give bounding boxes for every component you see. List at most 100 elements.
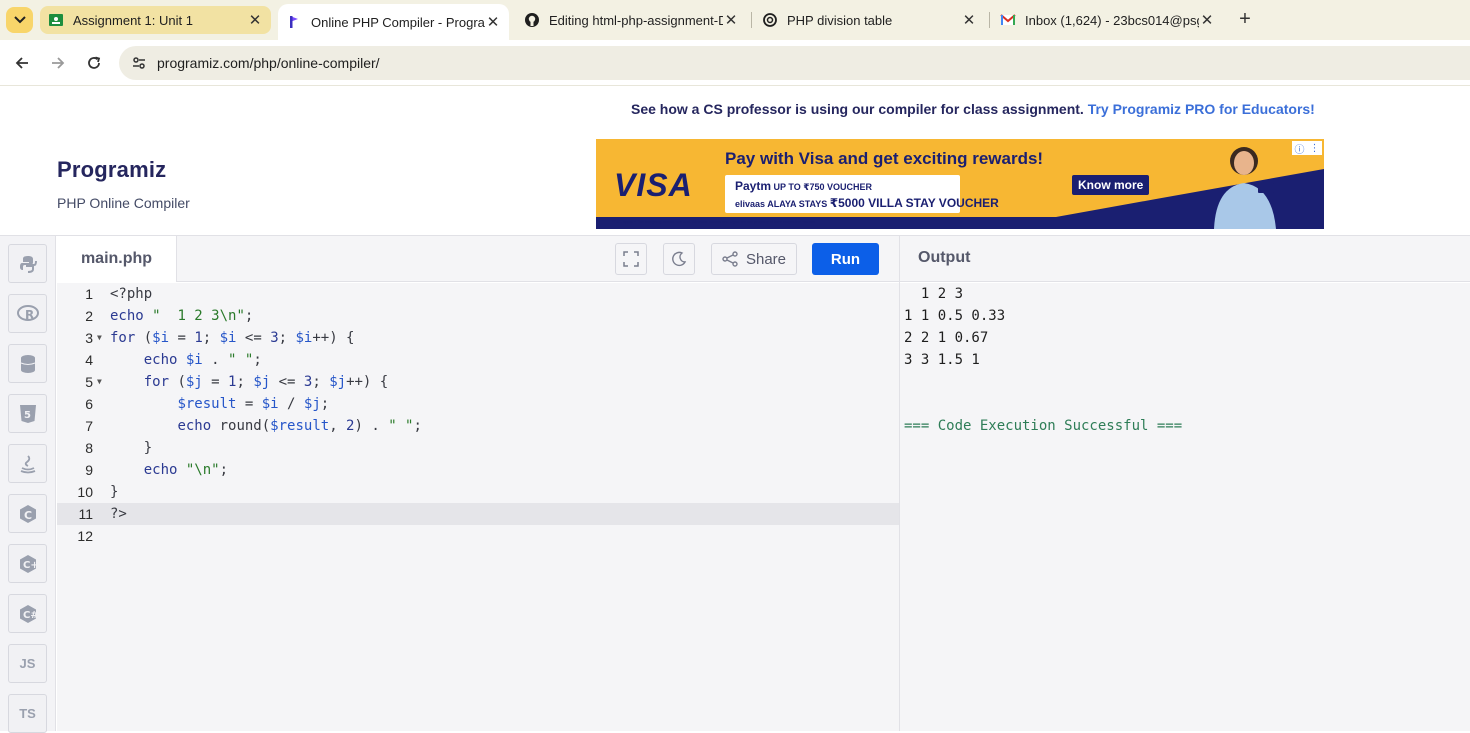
code-line-text: $result = $i / $j;: [177, 396, 330, 412]
sql-language-button[interactable]: [8, 344, 47, 383]
output-line: 1 1 0.5 0.33: [904, 308, 1006, 324]
line-number: 6: [85, 396, 93, 412]
r-icon: R: [16, 304, 39, 322]
site-info-button[interactable]: [127, 51, 151, 75]
line-number: 5: [85, 374, 93, 390]
tab-title: Editing html-php-assignment-D: [549, 12, 723, 28]
tab-assignment[interactable]: Assignment 1: Unit 1 ✕: [40, 6, 271, 34]
share-button[interactable]: Share: [711, 243, 797, 275]
promo-link[interactable]: Try Programiz PRO for Educators!: [1088, 101, 1315, 117]
code-line: 5 ▼ for ($j = 1; $j <= 3; $j++) {: [57, 371, 899, 393]
close-tab-icon[interactable]: ✕: [961, 12, 977, 29]
line-number: 12: [77, 528, 93, 544]
fold-arrow-icon[interactable]: ▼: [97, 371, 102, 393]
code-line: 12: [57, 525, 899, 547]
python-icon: [19, 255, 37, 273]
code-line-text: ?>: [110, 506, 127, 522]
code-line: 8 }: [57, 437, 899, 459]
tab-github[interactable]: Editing html-php-assignment-D ✕: [516, 6, 747, 34]
dark-mode-button[interactable]: [663, 243, 695, 275]
arrow-right-icon: [52, 57, 65, 69]
offer-line-1: UP TO ₹750 VOUCHER: [773, 182, 873, 192]
programiz-logo[interactable]: Programiz PHP Online Compiler: [57, 157, 190, 211]
code-line-text: echo $i . " ";: [143, 352, 262, 368]
partner-logos: elivaas ALAYA STAYS: [735, 199, 828, 209]
database-icon: [20, 354, 35, 373]
reload-button[interactable]: [82, 51, 106, 75]
tab-separator: [751, 12, 752, 28]
line-number: 10: [77, 484, 93, 500]
python-language-button[interactable]: [8, 244, 47, 283]
close-tab-icon[interactable]: ✕: [1199, 12, 1215, 29]
code-line: 3 ▼ for ($i = 1; $i <= 3; $i++) {: [57, 327, 899, 349]
run-button[interactable]: Run: [812, 243, 879, 275]
cpp-language-button[interactable]: C+: [8, 544, 47, 583]
output-line: 1 2 3: [904, 286, 964, 302]
c-icon: C: [19, 504, 36, 523]
close-tab-icon[interactable]: ✕: [723, 12, 739, 29]
code-line: 7 echo round($result, 2) . " ";: [57, 415, 899, 437]
ad-headline: Pay with Visa and get exciting rewards!: [725, 149, 1044, 168]
typescript-language-button[interactable]: TS: [8, 694, 47, 733]
plus-icon: +: [1239, 7, 1251, 30]
forward-button[interactable]: [46, 51, 70, 75]
ts-icon: TS: [19, 706, 36, 721]
java-icon: [20, 454, 35, 473]
tab-chatgpt[interactable]: PHP division table ✕: [754, 6, 985, 34]
share-icon: [722, 251, 738, 267]
line-number: 4: [85, 352, 93, 368]
code-line-text: echo "\n";: [143, 462, 229, 478]
code-line-text: for ($i = 1; $i <= 3; $i++) {: [110, 330, 355, 346]
csharp-language-button[interactable]: C#: [8, 594, 47, 633]
share-label: Share: [745, 250, 787, 268]
know-more-button[interactable]: Know more: [1072, 175, 1150, 195]
line-number: 9: [85, 462, 93, 478]
tab-search-button[interactable]: [6, 7, 33, 33]
java-language-button[interactable]: [8, 444, 47, 483]
c-language-button[interactable]: C: [8, 494, 47, 533]
info-icon[interactable]: ⓘ: [1295, 141, 1305, 156]
ad-offer-box: Paytm UP TO ₹750 VOUCHER elivaas ALAYA S…: [725, 175, 999, 213]
output-header: Output: [900, 236, 1470, 282]
language-sidebar: R 5 C C+ C# JS TS: [0, 236, 56, 733]
url-text: programiz.com/php/online-compiler/: [157, 55, 380, 71]
html5-icon: 5: [19, 404, 36, 423]
svg-text:R: R: [25, 308, 34, 322]
tune-icon: [133, 57, 145, 69]
tab-title: Inbox (1,624) - 23bcs014@psgr: [1025, 12, 1199, 28]
javascript-language-button[interactable]: JS: [8, 644, 47, 683]
html-language-button[interactable]: 5: [8, 394, 47, 433]
back-button[interactable]: [10, 51, 34, 75]
line-number: 1: [85, 286, 93, 302]
code-line-text: <?php: [110, 286, 153, 302]
close-tab-icon[interactable]: ✕: [247, 12, 263, 29]
output-title: Output: [918, 249, 971, 266]
new-tab-button[interactable]: +: [1234, 8, 1256, 30]
google-classroom-icon: [49, 14, 63, 26]
more-vert-icon[interactable]: ⋮: [1310, 143, 1320, 154]
r-language-button[interactable]: R: [8, 294, 47, 333]
output-console: 1 2 3 1 1 0.5 0.33 2 2 1 0.67 3 3 1.5 1 …: [900, 283, 1470, 731]
code-editor[interactable]: 1 <?php 2 echo " 1 2 3\n"; 3 ▼ for ($i =…: [57, 283, 899, 731]
tab-programiz[interactable]: Online PHP Compiler - Programiz ✕: [278, 4, 509, 40]
ad-fine-print: *T&C Apply. * The foregoing and its use …: [612, 219, 817, 224]
line-number: 2: [85, 308, 93, 324]
svg-text:C: C: [24, 509, 32, 522]
output-line: 3 3 1.5 1: [904, 352, 980, 368]
code-line: 6 $result = $i / $j;: [57, 393, 899, 415]
fullscreen-button[interactable]: [615, 243, 647, 275]
fold-arrow-icon[interactable]: ▼: [97, 327, 102, 349]
ad-info-icons[interactable]: ⓘ ⋮: [1292, 141, 1322, 156]
editor-toolbar: main.php Share Run: [57, 236, 899, 282]
file-tab-main-php[interactable]: main.php: [57, 236, 177, 282]
tab-gmail[interactable]: Inbox (1,624) - 23bcs014@psgr ✕: [992, 6, 1223, 34]
moon-icon: [672, 251, 687, 267]
browser-toolbar: programiz.com/php/online-compiler/: [0, 40, 1470, 86]
gmail-icon: [1000, 14, 1016, 25]
arrow-left-icon: [15, 57, 28, 69]
advertisement-banner[interactable]: VISA Pay with Visa and get exciting rewa…: [596, 139, 1324, 229]
programiz-icon: [290, 16, 298, 28]
address-bar[interactable]: programiz.com/php/online-compiler/: [119, 46, 1470, 80]
close-tab-icon[interactable]: ✕: [485, 14, 501, 31]
code-line-active: 11 ?>: [57, 503, 899, 525]
